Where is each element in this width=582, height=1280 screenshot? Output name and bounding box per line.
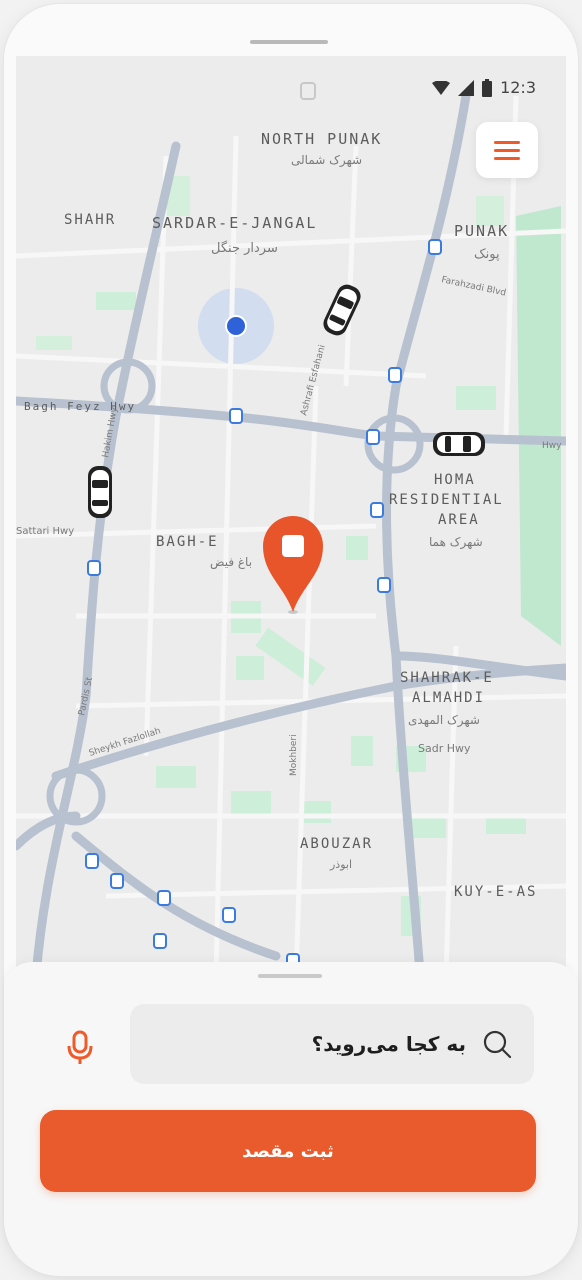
map-label-road-center: Mokhberi (289, 734, 299, 776)
map-label-bagh-e-fa: باغ فیض (210, 555, 252, 570)
confirm-destination-button[interactable]: ثبت مقصد (40, 1110, 536, 1192)
user-location-dot (225, 315, 247, 337)
sheet-drag-handle[interactable] (258, 974, 322, 978)
map-label-aboudar-fa: ابوذر (329, 858, 352, 871)
search-icon (483, 1030, 512, 1059)
status-time: 12:3 (500, 78, 536, 97)
map-label-almahdi-road: Sadr Hwy (418, 742, 471, 755)
park-area (516, 206, 561, 646)
map-label-north-punak: NORTH PUNAK (261, 130, 382, 148)
car-icon (88, 466, 112, 518)
map-label-kut: KUY-E-AS (454, 884, 537, 900)
map-label-sardar-e-jangal-fa: سردار جنگل (211, 240, 278, 256)
signal-icon (458, 79, 475, 96)
search-placeholder: به کجا می‌روید؟ (311, 1032, 466, 1056)
map-label-almahdi-fa: شهرک المهدی (408, 713, 480, 728)
map-label-north-punak-fa: شهرک شمالی (291, 153, 362, 168)
map-label-residential: RESIDENTIAL (389, 492, 504, 508)
map-view[interactable]: NORTH PUNAK شهرک شمالی SHAHR SARDAR-E-JA… (16, 56, 566, 986)
map-label-road-left: Sattari Hwy (16, 526, 74, 537)
map-label-punak-fa: پونک (474, 247, 500, 262)
car-icon (433, 432, 485, 456)
map-label-shahr: SHAHR (64, 212, 116, 228)
map-label-almahdi: ALMAHDI (412, 690, 485, 706)
map-label-shahrak: SHAHRAK-E (400, 670, 494, 686)
status-bar: 12:3 (432, 78, 536, 97)
voice-search-button[interactable] (62, 1026, 98, 1070)
map-label-bagh-e: BAGH-E (156, 534, 219, 550)
hamburger-icon (494, 140, 520, 144)
map-label-homa-fa: شهرک هما (429, 535, 483, 550)
map-label-road-right: Hwy (542, 441, 562, 451)
destination-search-input[interactable]: به کجا می‌روید؟ (130, 1004, 534, 1084)
map-label-aboudar: ABOUZAR (300, 836, 373, 852)
map-label-sardar-e-jangal: SARDAR-E-JANGAL (152, 214, 317, 232)
bottom-sheet: به کجا می‌روید؟ ثبت مقصد (4, 962, 578, 1276)
map-label-homa: HOMA (434, 472, 476, 488)
wifi-icon (432, 80, 451, 95)
speaker-notch (250, 40, 328, 44)
map-label-punak: PUNAK (454, 222, 509, 240)
map-label-area: AREA (438, 512, 480, 528)
camera-dot (300, 82, 316, 100)
battery-icon (482, 78, 493, 97)
mic-icon (67, 1030, 93, 1064)
menu-button[interactable] (476, 122, 538, 178)
